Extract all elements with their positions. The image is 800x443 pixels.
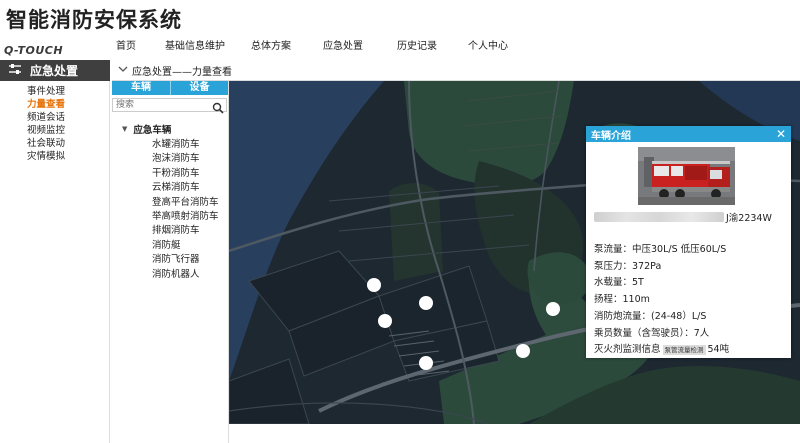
nav-basic-info[interactable]: 基础信息维护 [165, 39, 225, 55]
chevron-down-icon[interactable] [118, 65, 132, 76]
logo: Q-TOUCH [4, 39, 84, 57]
sidebar-item-social-linkage[interactable]: 社会联动 [0, 137, 109, 150]
resource-panel: 车辆 设备 ▼ 应急车辆 水罐消防车 泡沫消防车 干粉消防车 云梯消防车 登高平… [112, 81, 229, 443]
tree-item[interactable]: 云梯消防车 [112, 181, 228, 195]
vehicle-photo [638, 147, 735, 205]
tab-vehicles[interactable]: 车辆 [112, 81, 170, 95]
logo-text: Q-TOUCH [4, 44, 64, 57]
nav-emergency[interactable]: 应急处置 [323, 39, 363, 55]
tree-item[interactable]: 消防机器人 [112, 268, 228, 282]
search-box [112, 98, 227, 114]
status-badge: 泵管流量检测 [662, 344, 706, 355]
nav-personal-center[interactable]: 个人中心 [468, 39, 508, 55]
vehicle-marker[interactable] [367, 278, 381, 292]
sidebar: 事件处理 力量查看 频道会话 视频监控 社会联动 灾情模拟 [0, 81, 110, 443]
search-input[interactable] [113, 99, 212, 111]
plate-row: J渝2234W [594, 210, 786, 224]
sidebar-item-video-monitor[interactable]: 视频监控 [0, 124, 109, 137]
vehicle-marker[interactable] [419, 296, 433, 310]
tree-item[interactable]: 消防飞行器 [112, 253, 228, 267]
sidebar-item-channel-session[interactable]: 频道会话 [0, 111, 109, 124]
panel-tabs: 车辆 设备 [112, 81, 228, 95]
vehicle-marker[interactable] [546, 302, 560, 316]
tree-root[interactable]: ▼ 应急车辆 [112, 122, 228, 136]
license-plate: J渝2234W [726, 213, 772, 224]
spec-pump-flow: 泵流量：中压30L/S 低压60L/S [594, 244, 727, 255]
tree-item[interactable]: 登高平台消防车 [112, 196, 228, 210]
nav-history[interactable]: 历史记录 [397, 39, 437, 55]
sliders-icon[interactable] [0, 63, 30, 78]
tree-item[interactable]: 泡沫消防车 [112, 152, 228, 166]
spec-crew-count: 乘员数量（含驾驶员）：7人 [594, 327, 710, 339]
tree-root-label: 应急车辆 [133, 125, 172, 136]
spec-cannon-flow: 消防炮流量：(24-48）L/S [594, 310, 707, 322]
sidebar-header: 应急处置 [0, 60, 110, 81]
vehicle-marker[interactable] [419, 356, 433, 370]
close-icon[interactable]: ✕ [776, 127, 786, 141]
tree-item[interactable]: 消防艇 [112, 239, 228, 253]
tree-item[interactable]: 排烟消防车 [112, 224, 228, 238]
breadcrumb: 应急处置——力量查看 [112, 60, 800, 81]
breadcrumb-text: 应急处置——力量查看 [132, 66, 232, 78]
tree-item[interactable]: 举高喷射消防车 [112, 210, 228, 224]
popup-title: 车辆介绍 [591, 130, 631, 142]
sidebar-title: 应急处置 [30, 64, 79, 78]
nav-overall-plan[interactable]: 总体方案 [251, 39, 291, 55]
vehicle-specs: 泵流量：中压30L/S 低压60L/S 泵压力：372Pa 水载量：5T 扬程：… [594, 242, 789, 359]
sidebar-item-disaster-sim[interactable]: 灾情模拟 [0, 150, 109, 163]
sidebar-item-event-handling[interactable]: 事件处理 [0, 85, 109, 98]
top-nav: 首页 基础信息维护 总体方案 应急处置 历史记录 个人中心 [90, 39, 508, 55]
spec-lift-height: 扬程：110m [594, 294, 650, 306]
app-title: 智能消防安保系统 [6, 8, 182, 32]
sidebar-item-force-view[interactable]: 力量查看 [0, 98, 109, 111]
spec-extinguisher-monitor: 灭火剂监测信息 泵管流量检测 54吨 [594, 344, 730, 356]
caret-down-icon[interactable]: ▼ [122, 125, 127, 133]
tree-item[interactable]: 水罐消防车 [112, 138, 228, 152]
blurred-text [594, 212, 724, 222]
tree-children: 水罐消防车 泡沫消防车 干粉消防车 云梯消防车 登高平台消防车 举高喷射消防车 … [112, 138, 228, 282]
spec-water-capacity: 水载量：5T [594, 277, 644, 289]
spec-pump-pressure: 泵压力：372Pa [594, 260, 662, 272]
tab-devices[interactable]: 设备 [170, 81, 228, 95]
vehicle-info-popup: 车辆介绍 ✕ J渝2234W 泵流量：中压30L/S 低压60L/S 泵压力：3… [586, 126, 791, 358]
tree-item[interactable]: 干粉消防车 [112, 167, 228, 181]
vehicle-marker[interactable] [378, 314, 392, 328]
vehicle-marker[interactable] [516, 344, 530, 358]
search-icon[interactable] [212, 99, 226, 114]
nav-home[interactable]: 首页 [116, 39, 136, 55]
popup-header: 车辆介绍 ✕ [586, 126, 791, 142]
